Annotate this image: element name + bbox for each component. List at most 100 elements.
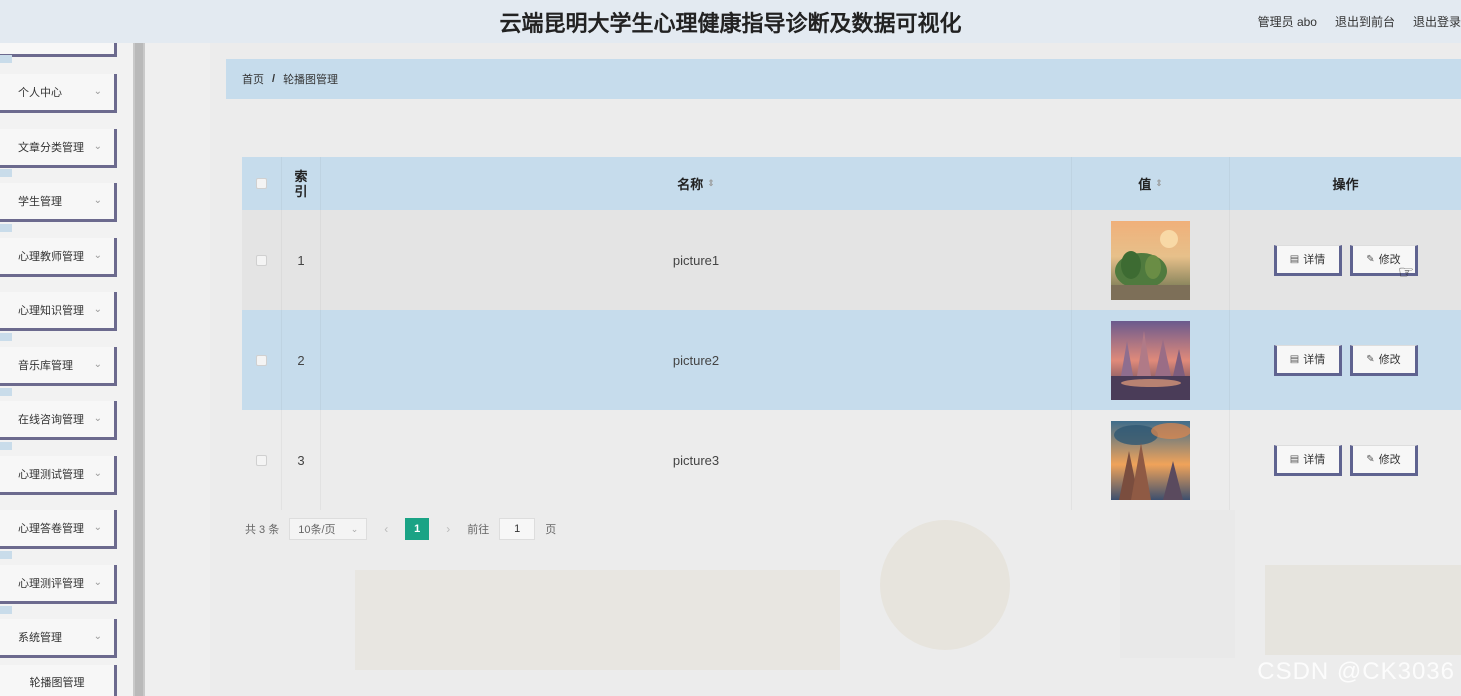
chevron-down-icon: ⌄: [93, 468, 102, 479]
sidebar-item-evaluation[interactable]: 心理测评管理 ⌄: [0, 565, 117, 604]
chevron-down-icon: ⌄: [93, 631, 102, 642]
carousel-thumbnail-2[interactable]: [1111, 320, 1190, 400]
carousel-table: 索 引 名称 ⇕ 值 ⇕ 操作 1 picture1 ▤ 详情 ✎ 修改 2 p…: [242, 157, 1461, 510]
next-page-icon[interactable]: ›: [439, 522, 457, 536]
header-actions: 管理员 abo 退出到前台 退出登录: [1258, 13, 1461, 30]
top-header: 云端昆明大学生心理健康指导诊断及数据可视化 管理员 abo 退出到前台 退出登录: [0, 0, 1461, 43]
row-actions: ▤ 详情 ✎ 修改: [1230, 310, 1461, 410]
chevron-down-icon: ⌄: [93, 522, 102, 533]
sidebar-item-music[interactable]: 音乐库管理 ⌄: [0, 347, 117, 386]
sidebar-item-article-category[interactable]: 文章分类管理 ⌄: [0, 129, 117, 168]
select-all-checkbox[interactable]: [256, 178, 267, 189]
sidebar-item-label: 心理知识管理: [18, 305, 84, 317]
sidebar-item-students[interactable]: 学生管理 ⌄: [0, 183, 117, 222]
background-decoration: [1120, 508, 1235, 658]
sidebar-item-label: 系统管理: [18, 632, 62, 644]
row-index: 3: [282, 410, 321, 510]
pagination-total: 共 3 条: [245, 524, 280, 536]
sort-icon[interactable]: ⇕: [1155, 178, 1163, 189]
row-image-cell: [1072, 210, 1230, 310]
sidebar-item-consult[interactable]: 在线咨询管理 ⌄: [0, 401, 117, 440]
row-actions: ▤ 详情 ✎ 修改: [1230, 410, 1461, 510]
chevron-down-icon: ⌄: [93, 86, 102, 97]
pagination: 共 3 条 10条/页 ⌄ ‹ 1 › 前往 1 页: [245, 518, 556, 540]
header-actions-label: 操作: [1332, 177, 1359, 192]
goto-suffix: 页: [545, 524, 557, 536]
row-checkbox[interactable]: [256, 354, 267, 366]
row-image-cell: [1072, 410, 1230, 510]
sidebar-item-answers[interactable]: 心理答卷管理 ⌄: [0, 510, 117, 549]
goto-page-input[interactable]: 1: [499, 518, 536, 540]
sidebar-marker: [0, 55, 12, 63]
pencil-icon: ✎: [1366, 453, 1375, 465]
row-name: picture3: [321, 410, 1072, 510]
back-to-front-link[interactable]: 退出到前台: [1335, 13, 1395, 30]
header-value-label: 值: [1138, 177, 1152, 192]
chevron-down-icon: ⌄: [93, 195, 102, 206]
sidebar-item-label: 心理测评管理: [18, 578, 84, 590]
page-number-current[interactable]: 1: [405, 518, 430, 540]
carousel-thumbnail-1[interactable]: [1111, 220, 1190, 300]
breadcrumb-current: 轮播图管理: [283, 74, 339, 86]
current-user: 管理员 abo: [1257, 15, 1317, 29]
table-row: 1 picture1 ▤ 详情 ✎ 修改: [242, 210, 1461, 310]
row-select-cell: [242, 310, 282, 410]
sidebar-item-knowledge[interactable]: 心理知识管理 ⌄: [0, 292, 117, 331]
detail-button-label: 详情: [1303, 454, 1326, 466]
sidebar-item-tests[interactable]: 心理测试管理 ⌄: [0, 456, 117, 495]
page-size-select[interactable]: 10条/页 ⌄: [289, 518, 368, 540]
detail-button[interactable]: ▤ 详情: [1273, 244, 1342, 276]
header-name-label: 名称: [677, 177, 704, 192]
sidebar-top-stub: [0, 43, 117, 57]
sidebar-scrollbar[interactable]: [135, 43, 143, 696]
carousel-thumbnail-3[interactable]: [1111, 420, 1190, 500]
detail-button[interactable]: ▤ 详情: [1273, 344, 1342, 376]
sort-icon[interactable]: ⇕: [707, 178, 715, 189]
breadcrumb-home[interactable]: 首页: [242, 71, 264, 87]
edit-button[interactable]: ✎ 修改: [1349, 444, 1418, 476]
row-name: picture2: [321, 310, 1072, 410]
page-size-value: 10条/页: [298, 524, 336, 536]
detail-button[interactable]: ▤ 详情: [1273, 444, 1342, 476]
sidebar-item-label: 学生管理: [18, 196, 62, 208]
chevron-down-icon: ⌄: [93, 141, 102, 152]
pencil-icon: ✎: [1366, 353, 1375, 365]
sidebar-item-personal-center[interactable]: 个人中心 ⌄: [0, 74, 117, 113]
sidebar: 个人中心 ⌄ 文章分类管理 ⌄ 学生管理 ⌄ 心理教师管理 ⌄ 心理知识管理 ⌄…: [0, 43, 145, 696]
header-value[interactable]: 值 ⇕: [1072, 157, 1230, 210]
row-checkbox[interactable]: [256, 454, 267, 466]
sidebar-marker: [0, 224, 12, 232]
detail-button-label: 详情: [1303, 254, 1326, 266]
sidebar-item-label: 个人中心: [18, 87, 62, 99]
sidebar-subitem-carousel[interactable]: 轮播图管理: [0, 665, 117, 696]
background-decoration: [355, 570, 840, 670]
prev-page-icon[interactable]: ‹: [377, 522, 395, 536]
logout-link[interactable]: 退出登录: [1413, 13, 1461, 30]
sidebar-marker: [0, 169, 12, 177]
header-name[interactable]: 名称 ⇕: [321, 157, 1072, 210]
chevron-down-icon: ⌄: [93, 250, 102, 261]
chevron-down-icon: ⌄: [350, 523, 359, 534]
table-header: 索 引 名称 ⇕ 值 ⇕ 操作: [242, 157, 1461, 210]
header-actions: 操作: [1230, 157, 1461, 210]
chevron-down-icon: ⌄: [93, 577, 102, 588]
sidebar-item-label: 文章分类管理: [18, 142, 84, 154]
chevron-down-icon: ⌄: [93, 304, 102, 315]
app-title: 云端昆明大学生心理健康指导诊断及数据可视化: [499, 11, 962, 37]
sidebar-marker: [0, 388, 12, 396]
sidebar-item-system[interactable]: 系统管理 ⌄: [0, 619, 117, 658]
detail-button-label: 详情: [1303, 354, 1326, 366]
row-index: 2: [282, 310, 321, 410]
background-decoration: [880, 520, 1010, 650]
row-checkbox[interactable]: [256, 254, 267, 266]
row-index: 1: [282, 210, 321, 310]
sidebar-marker: [0, 551, 12, 559]
breadcrumb-separator: /: [272, 73, 276, 85]
edit-button-label: 修改: [1378, 454, 1401, 466]
sidebar-item-label: 心理答卷管理: [18, 523, 84, 535]
edit-button[interactable]: ✎ 修改: [1349, 344, 1418, 376]
header-select-all-cell: [242, 157, 282, 210]
sidebar-item-teachers[interactable]: 心理教师管理 ⌄: [0, 238, 117, 277]
row-name: picture1: [321, 210, 1072, 310]
header-index: 索 引: [282, 157, 321, 210]
